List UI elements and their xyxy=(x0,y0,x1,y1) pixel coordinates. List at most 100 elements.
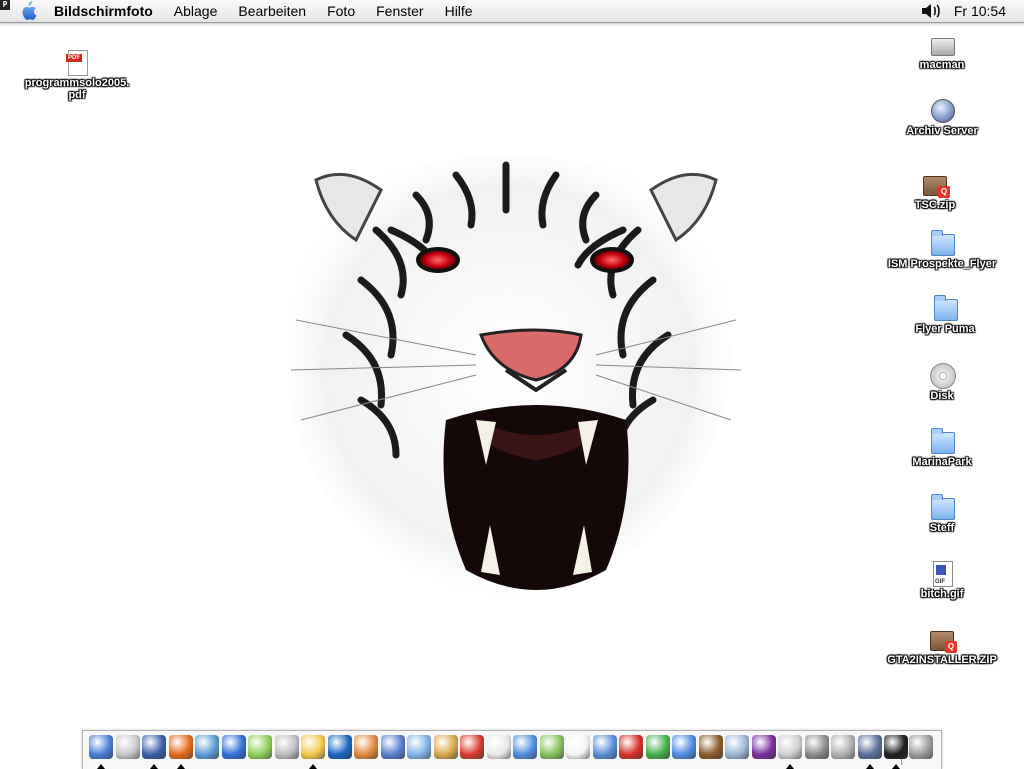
apple-menu-icon[interactable] xyxy=(19,1,37,21)
dock-item-printer[interactable] xyxy=(831,735,855,763)
menu-clock[interactable]: Fr 10:54 xyxy=(954,0,1006,22)
menu-bearbeiten[interactable]: Bearbeiten xyxy=(238,0,306,22)
dock-item-photo-app[interactable] xyxy=(301,735,325,769)
desktop-icon-flyer-puma[interactable]: Flyer Puma xyxy=(885,294,1005,335)
dock-item-network[interactable] xyxy=(725,735,749,763)
folder-icon xyxy=(928,427,956,455)
iphoto-icon xyxy=(274,735,299,759)
firefox-icon xyxy=(168,735,193,759)
desktop-icon-label: ISM Prospekte_Flyer xyxy=(887,258,997,270)
desktop-icon-label: GTA2INSTALLER.ZIP xyxy=(887,654,997,666)
menu-hilfe[interactable]: Hilfe xyxy=(445,0,473,22)
running-indicator-icon xyxy=(150,764,158,769)
itunes-icon xyxy=(248,735,272,759)
dock-item-firefox[interactable] xyxy=(168,735,193,769)
icq-icon xyxy=(645,735,670,759)
dock-item-safari[interactable] xyxy=(195,735,219,763)
dock-item-box-app[interactable] xyxy=(804,735,829,763)
disk-icon xyxy=(928,361,956,389)
dreamweaver-icon xyxy=(380,735,405,759)
printer-icon xyxy=(831,735,855,759)
xcode-icon xyxy=(857,735,882,759)
desktop-icon-archiv-server[interactable]: Archiv Server xyxy=(882,96,1002,137)
desktop-icon-label: Disk xyxy=(930,390,954,402)
box-app-icon xyxy=(804,735,829,759)
dock-item-internet-explorer[interactable] xyxy=(221,735,246,763)
dock-item-portrait-app[interactable] xyxy=(354,735,378,763)
running-indicator-icon xyxy=(176,764,185,769)
desktop-icon-ism-prospekte-flyer[interactable]: ISM Prospekte_Flyer xyxy=(882,229,1002,270)
desktop-icon-tsc-zip[interactable]: TSC.zip xyxy=(875,170,995,211)
dock-item-acrobat[interactable] xyxy=(460,735,484,763)
desktop-icon-marinapark[interactable]: MarinaPark xyxy=(882,427,1002,468)
dock-item-apple-system[interactable] xyxy=(115,735,140,763)
pref-corner-icon: P xyxy=(0,0,10,10)
fireworks-icon xyxy=(407,735,431,759)
dock-item-xcode[interactable] xyxy=(857,735,882,769)
desktop-icon-label: Steff xyxy=(929,522,955,534)
desktop-icon-disk[interactable]: Disk xyxy=(882,361,1002,402)
dock-item-ical[interactable] xyxy=(566,735,590,763)
desktop-icon-label: bitch.gif xyxy=(920,588,964,600)
dock-item-acrobat-reader[interactable] xyxy=(486,735,511,763)
desktop-icon-macman[interactable]: macman xyxy=(882,30,1002,71)
portrait-app-icon xyxy=(354,735,378,759)
dock-item-word[interactable] xyxy=(513,735,537,763)
trash-icon xyxy=(909,735,933,759)
dock-item-fireworks[interactable] xyxy=(407,735,431,763)
volume-icon[interactable] xyxy=(920,2,942,20)
photo-app-icon xyxy=(301,735,325,759)
game-icon xyxy=(698,735,723,759)
tiger-wallpaper-image xyxy=(285,156,742,600)
pdf-document-icon xyxy=(63,48,91,76)
dock-item-preview[interactable] xyxy=(142,735,166,769)
internet-explorer-icon xyxy=(221,735,246,759)
dock-item-chat[interactable] xyxy=(592,735,617,763)
dock-item-trash[interactable] xyxy=(909,735,933,763)
acrobat-reader-icon xyxy=(486,735,511,759)
aim-icon xyxy=(619,735,643,759)
dock-item-icq[interactable] xyxy=(645,735,670,763)
running-indicator-icon xyxy=(309,764,317,769)
dock-item-dreamweaver[interactable] xyxy=(380,735,405,763)
stamp-app-icon xyxy=(433,735,458,759)
dock-item-itunes[interactable] xyxy=(248,735,272,763)
desktop-icon-steff[interactable]: Steff xyxy=(882,493,1002,534)
dock-item-aim[interactable] xyxy=(619,735,643,763)
chat-icon xyxy=(592,735,617,759)
menu-ablage[interactable]: Ablage xyxy=(174,0,218,22)
dock-item-orb-app[interactable] xyxy=(751,735,776,763)
folder-icon xyxy=(928,493,956,521)
dock-item-quicktime[interactable] xyxy=(327,735,352,763)
desktop-icon-label: macman xyxy=(919,59,965,71)
orb-app-icon xyxy=(751,735,776,759)
quicktime-icon xyxy=(327,735,352,759)
running-indicator-icon xyxy=(97,764,105,769)
desktop-icon-label: Flyer Puma xyxy=(915,323,975,335)
zip-archive-icon xyxy=(928,625,957,653)
running-indicator-icon xyxy=(786,764,794,769)
finder-icon xyxy=(89,735,113,759)
desktop-icon-gta2installer-zip[interactable]: GTA2INSTALLER.ZIP xyxy=(882,625,1002,666)
gif-document-icon xyxy=(928,559,956,587)
menu-fenster[interactable]: Fenster xyxy=(376,0,423,22)
dock-item-game[interactable] xyxy=(698,735,723,763)
menu-app-name[interactable]: Bildschirmfoto xyxy=(54,0,153,22)
dock-item-scissors[interactable] xyxy=(778,735,802,769)
zip-archive-icon xyxy=(921,170,950,198)
folder-icon xyxy=(931,294,959,322)
hard-drive-icon xyxy=(928,30,956,58)
dock-item-finder[interactable] xyxy=(89,735,113,769)
dock-item-map-app[interactable] xyxy=(539,735,564,763)
dock-item-terminal[interactable] xyxy=(884,735,908,769)
terminal-icon xyxy=(884,735,908,759)
dock-item-stamp-app[interactable] xyxy=(433,735,458,763)
apple-system-icon xyxy=(115,735,140,759)
dock-item-bluetooth-app[interactable] xyxy=(672,735,696,763)
desktop-icon-label: Archiv Server xyxy=(906,125,978,137)
scissors-icon xyxy=(778,735,802,759)
desktop-icon-bitch-gif[interactable]: bitch.gif xyxy=(882,559,1002,600)
dock-item-iphoto[interactable] xyxy=(274,735,299,763)
desktop-icon-programmsolo2005[interactable]: programmsolo2005. pdf xyxy=(17,48,137,101)
menu-foto[interactable]: Foto xyxy=(327,0,355,22)
